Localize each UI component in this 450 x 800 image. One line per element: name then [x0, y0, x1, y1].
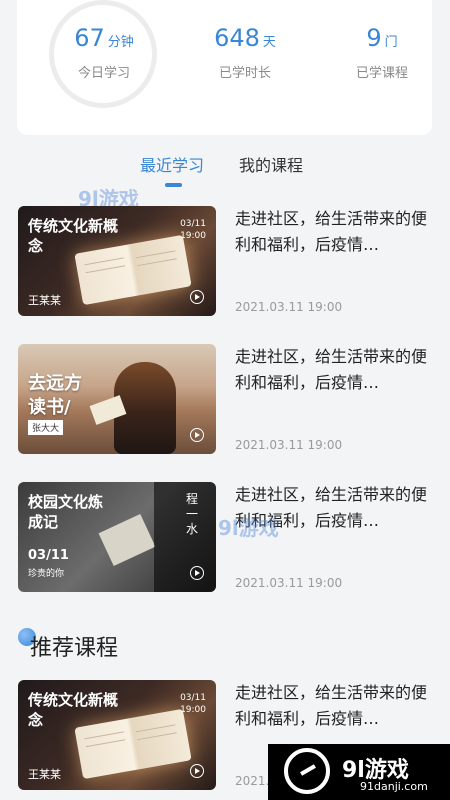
watermark-faint-logo: 9l游戏 — [218, 516, 279, 540]
thumbnail-date-day: 03/11 — [180, 693, 206, 703]
course-thumbnail[interactable]: 传统文化新概念 03/11 19:00 王某某 — [18, 680, 216, 790]
thumbnail-vertical-text: 程一水 — [186, 492, 199, 536]
thumbnail-title: 传统文化新概念 — [28, 691, 119, 729]
play-icon[interactable] — [190, 764, 204, 778]
stat-value: 9 — [366, 24, 382, 52]
stat-unit: 门 — [384, 35, 398, 50]
play-icon[interactable] — [190, 566, 204, 580]
stats-card: 67 分钟 今日学习 648 天 已学时长 9门 已学课程 — [17, 0, 432, 135]
course-item[interactable]: 传统文化新概念 03/11 19:00 王某某 走进社区，给生活带来的便利和福利… — [18, 206, 438, 316]
section-title-recommend: 推荐课程 — [30, 636, 119, 661]
stat-label: 今日学习 — [77, 66, 130, 81]
course-thumbnail[interactable]: 传统文化新概念 03/11 19:00 王某某 — [18, 206, 216, 316]
tab-active-indicator — [165, 183, 182, 187]
play-icon[interactable] — [190, 428, 204, 442]
stat-unit: 分钟 — [107, 35, 134, 50]
play-icon[interactable] — [190, 290, 204, 304]
tab-my-courses[interactable]: 我的课程 — [239, 152, 303, 176]
stat-value: 648 — [214, 24, 260, 52]
thumbnail-subtitle: 珍贵的你 — [28, 569, 65, 579]
watermark-url: 91danji.com — [360, 780, 428, 793]
stat-label: 已学课程 — [355, 66, 408, 81]
stat-days: 648 天 已学时长 — [175, 24, 315, 81]
thumbnail-panel — [154, 482, 216, 592]
course-item[interactable]: 去远方 读书/ 张大大 走进社区，给生活带来的便利和福利，后疫情… 2021.0… — [18, 344, 438, 454]
thumbnail-date-day: 03/11 — [180, 219, 206, 229]
course-description: 走进社区，给生活带来的便利和福利，后疫情… — [235, 683, 428, 728]
thumbnail-author: 王某某 — [28, 294, 61, 307]
course-description: 走进社区，给生活带来的便利和福利，后疫情… — [235, 347, 428, 392]
stat-value: 67 — [74, 24, 105, 52]
thumbnail-title-line: 去远方 — [28, 373, 82, 394]
thumbnail-date-time: 19:00 — [180, 705, 206, 715]
course-thumbnail[interactable]: 程一水 校园文化炼成记 03/11 珍贵的你 — [18, 482, 216, 592]
course-time: 2021.03.11 19:00 — [235, 438, 343, 452]
thumbnail-date: 03/11 19:00 — [180, 692, 206, 716]
thumbnail-title: 传统文化新概念 — [28, 217, 119, 255]
watermark-logo-icon — [284, 748, 330, 794]
stat-label: 已学时长 — [218, 66, 271, 81]
course-description: 走进社区，给生活带来的便利和福利，后疫情… — [235, 209, 428, 254]
thumbnail-title: 去远方 读书/ — [28, 372, 82, 420]
thumbnail-title: 校园文化炼成记 — [28, 493, 104, 531]
stat-unit: 天 — [262, 35, 276, 50]
tab-recent-learning[interactable]: 最近学习 — [140, 152, 204, 176]
course-thumbnail[interactable]: 去远方 读书/ 张大大 — [18, 344, 216, 454]
course-time: 2021.03.11 19:00 — [235, 576, 343, 590]
tab-bar: 最近学习 我的课程 — [0, 152, 450, 192]
stat-today: 67 分钟 今日学习 — [34, 24, 174, 81]
watermark-badge: 9l游戏 91danji.com — [268, 744, 450, 800]
thumbnail-author: 王某某 — [28, 768, 61, 781]
thumbnail-title-line: 读书/ — [28, 397, 71, 418]
course-time: 2021.03.11 19:00 — [235, 300, 343, 314]
thumbnail-date: 03/11 — [28, 548, 69, 563]
stat-courses: 9门 已学课程 — [312, 24, 450, 81]
thumbnail-date: 03/11 19:00 — [180, 218, 206, 242]
thumbnail-author: 张大大 — [28, 420, 64, 435]
thumbnail-date-time: 19:00 — [180, 231, 206, 241]
